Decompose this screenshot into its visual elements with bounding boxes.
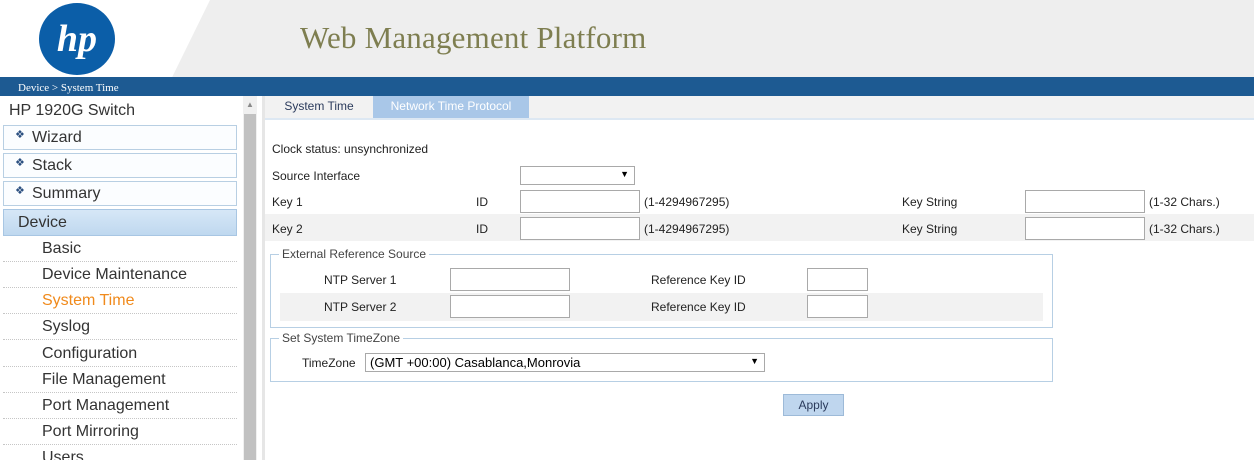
key1-id-input[interactable] bbox=[520, 190, 640, 213]
subitem-device-maintenance[interactable]: Device Maintenance bbox=[3, 262, 237, 288]
subitem-port-mirroring[interactable]: Port Mirroring bbox=[3, 419, 237, 445]
subitem-label: System Time bbox=[42, 292, 135, 309]
tab-bar: System Time Network Time Protocol bbox=[265, 96, 1254, 118]
sidebar-item-summary[interactable]: ❖ Summary bbox=[3, 181, 237, 206]
key2-string-input[interactable] bbox=[1025, 217, 1145, 240]
timezone-fieldset: Set System TimeZone TimeZone (GMT +00:00… bbox=[270, 331, 1053, 382]
sidebar-item-wizard[interactable]: ❖ Wizard bbox=[3, 125, 237, 150]
tab-network-time-protocol[interactable]: Network Time Protocol bbox=[373, 96, 529, 118]
key2-string-label: Key String bbox=[902, 222, 958, 236]
sidebar-item-label: Stack bbox=[32, 157, 73, 174]
source-interface-select[interactable]: ▼ bbox=[520, 166, 635, 185]
subitem-basic[interactable]: Basic bbox=[3, 236, 237, 262]
sidebar-scrollbar[interactable]: ▲ bbox=[243, 96, 257, 460]
subitem-system-time[interactable]: System Time bbox=[3, 288, 237, 314]
key2-id-input[interactable] bbox=[520, 217, 640, 240]
platform-title: Web Management Platform bbox=[300, 20, 647, 55]
key2-string-range: (1-32 Chars.) bbox=[1149, 222, 1220, 236]
ntp-server2-refkey-label: Reference Key ID bbox=[651, 300, 746, 314]
ntp-server1-refkey-input[interactable] bbox=[807, 268, 868, 291]
subitem-label: Device Maintenance bbox=[42, 266, 187, 283]
subitem-label: Syslog bbox=[42, 318, 91, 335]
timezone-select[interactable]: (GMT +00:00) Casablanca,Monrovia ▼ bbox=[365, 353, 765, 372]
key1-string-input[interactable] bbox=[1025, 190, 1145, 213]
ntp-server1-input[interactable] bbox=[450, 268, 570, 291]
dropdown-arrow-icon: ▼ bbox=[750, 356, 759, 366]
ntp-server2-refkey-input[interactable] bbox=[807, 295, 868, 318]
breadcrumb: Device > System Time bbox=[18, 82, 119, 94]
key2-label: Key 2 bbox=[272, 222, 303, 236]
key2-id-range: (1-4294967295) bbox=[644, 222, 730, 236]
scroll-thumb[interactable] bbox=[244, 114, 256, 460]
subitem-configuration[interactable]: Configuration bbox=[3, 341, 237, 367]
source-interface-label: Source Interface bbox=[272, 169, 361, 183]
subitem-label: Port Management bbox=[42, 397, 170, 414]
subitem-file-management[interactable]: File Management bbox=[3, 367, 237, 393]
page-header: hp Web Management Platform bbox=[0, 0, 1254, 77]
key1-string-range: (1-32 Chars.) bbox=[1149, 195, 1220, 209]
subitem-syslog[interactable]: Syslog bbox=[3, 314, 237, 340]
subitem-label: Configuration bbox=[42, 345, 138, 362]
timezone-label: TimeZone bbox=[302, 356, 356, 370]
key2-id-label: ID bbox=[476, 222, 488, 236]
diamond-bullet-icon: ❖ bbox=[15, 185, 25, 197]
subitem-label: File Management bbox=[42, 371, 166, 388]
diamond-bullet-icon: ❖ bbox=[15, 129, 25, 141]
external-reference-legend: External Reference Source bbox=[279, 247, 430, 261]
breadcrumb-bar: Device > System Time bbox=[0, 77, 1254, 96]
subitem-label: Port Mirroring bbox=[42, 423, 139, 440]
sidebar: HP 1920G Switch ❖ Wizard ❖ Stack ❖ Summa… bbox=[0, 96, 258, 460]
ntp-server2-input[interactable] bbox=[450, 295, 570, 318]
sidebar-item-device[interactable]: Device bbox=[3, 209, 237, 236]
tab-system-time[interactable]: System Time bbox=[265, 96, 373, 118]
ntp-form: Clock status: unsynchronized Source Inte… bbox=[265, 120, 1254, 460]
ntp-server1-label: NTP Server 1 bbox=[324, 273, 397, 287]
hp-logo: hp bbox=[39, 3, 115, 75]
key1-id-label: ID bbox=[476, 195, 488, 209]
subitem-port-management[interactable]: Port Management bbox=[3, 393, 237, 419]
device-name: HP 1920G Switch bbox=[9, 102, 135, 119]
key1-label: Key 1 bbox=[272, 195, 303, 209]
svg-text:hp: hp bbox=[57, 18, 97, 60]
timezone-legend: Set System TimeZone bbox=[279, 331, 404, 345]
dropdown-arrow-icon: ▼ bbox=[620, 169, 629, 179]
subitem-label: Basic bbox=[42, 240, 82, 257]
sidebar-item-stack[interactable]: ❖ Stack bbox=[3, 153, 237, 178]
clock-status: Clock status: unsynchronized bbox=[272, 142, 429, 156]
external-reference-fieldset: External Reference Source NTP Server 1 R… bbox=[270, 247, 1053, 328]
diamond-bullet-icon: ❖ bbox=[15, 157, 25, 169]
ntp-server1-refkey-label: Reference Key ID bbox=[651, 273, 746, 287]
sidebar-item-label: Wizard bbox=[32, 129, 82, 146]
key1-id-range: (1-4294967295) bbox=[644, 195, 730, 209]
scroll-up-arrow-icon[interactable]: ▲ bbox=[243, 98, 257, 112]
apply-button[interactable]: Apply bbox=[783, 394, 844, 416]
sidebar-item-label: Device bbox=[18, 214, 67, 231]
subitem-users[interactable]: Users bbox=[3, 445, 237, 460]
subitem-label: Users bbox=[42, 449, 84, 460]
ntp-server2-label: NTP Server 2 bbox=[324, 300, 397, 314]
sidebar-item-label: Summary bbox=[32, 185, 101, 202]
key1-string-label: Key String bbox=[902, 195, 958, 209]
